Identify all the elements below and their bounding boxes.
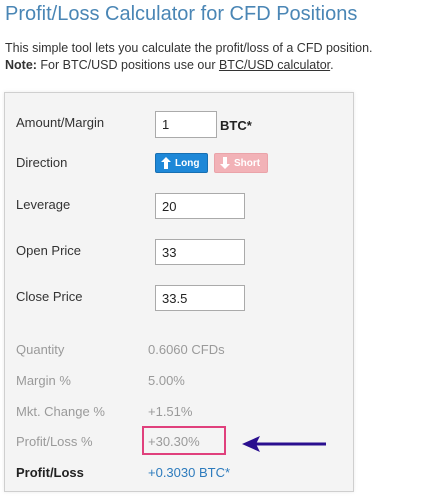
long-button-label: Long [175, 157, 200, 169]
margin-pct-value: 5.00% [148, 373, 185, 388]
btc-usd-calculator-link[interactable]: BTC/USD calculator [219, 58, 330, 72]
direction-label: Direction [16, 155, 68, 170]
amount-label: Amount/Margin [16, 115, 105, 130]
note-line: Note: For BTC/USD positions use our BTC/… [5, 57, 420, 74]
open-price-label: Open Price [16, 243, 82, 258]
page-title: Profit/Loss Calculator for CFD Positions [5, 3, 358, 25]
close-price-label: Close Price [16, 289, 83, 304]
long-button[interactable]: Long [155, 153, 208, 173]
highlight-box [142, 426, 226, 455]
note-label: Note: [5, 58, 37, 72]
annotation-arrow-icon [242, 436, 326, 452]
profit-loss-label: Profit/Loss [16, 465, 84, 480]
arrow-down-icon [219, 156, 231, 170]
profit-loss-value: +0.3030 BTC* [148, 465, 231, 480]
intro-paragraph: This simple tool lets you calculate the … [5, 40, 420, 74]
short-button[interactable]: Short [214, 153, 268, 173]
amount-unit: BTC* [220, 118, 252, 133]
note-end: . [330, 58, 334, 72]
amount-input[interactable] [155, 111, 217, 138]
open-price-input[interactable] [155, 239, 245, 265]
note-text: For BTC/USD positions use our [36, 58, 219, 72]
calculator-panel: Amount/Margin BTC* Direction Long Short … [4, 92, 354, 492]
leverage-input[interactable] [155, 193, 245, 219]
market-change-label: Mkt. Change % [16, 404, 105, 419]
margin-pct-label: Margin % [16, 373, 71, 388]
intro-text: This simple tool lets you calculate the … [5, 41, 373, 55]
profit-loss-pct-label: Profit/Loss % [16, 434, 93, 449]
arrow-up-icon [160, 156, 172, 170]
market-change-value: +1.51% [148, 404, 193, 419]
close-price-input[interactable] [155, 285, 245, 311]
quantity-label: Quantity [16, 342, 65, 357]
leverage-label: Leverage [16, 197, 71, 212]
quantity-value: 0.6060 CFDs [148, 342, 225, 357]
short-button-label: Short [234, 157, 261, 169]
